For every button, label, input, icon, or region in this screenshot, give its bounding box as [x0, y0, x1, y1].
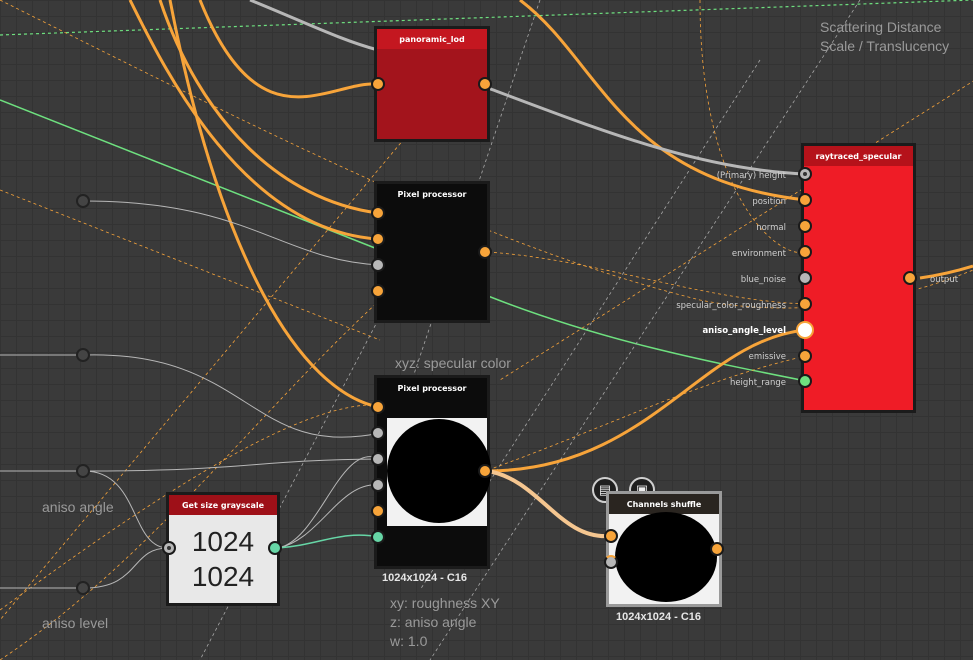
- input-port[interactable]: [798, 349, 812, 363]
- resolution-label: 1024x1024 - C16: [616, 611, 702, 623]
- input-port[interactable]: [162, 541, 176, 555]
- preview-circle: [387, 419, 491, 523]
- input-port[interactable]: [371, 77, 385, 91]
- node-title: Pixel processor: [377, 184, 487, 204]
- input-port[interactable]: [798, 297, 812, 311]
- node-raytraced-specular[interactable]: raytraced_specular: [801, 143, 916, 413]
- input-label: aniso_angle_level: [702, 326, 786, 336]
- comment-xyz: xyz: specular color: [395, 355, 511, 371]
- output-port[interactable]: [710, 542, 724, 556]
- comment-scattering-scale: Scale / Translucency: [820, 38, 950, 54]
- graph-input-dot[interactable]: [76, 194, 90, 208]
- input-label: emissive: [748, 352, 786, 362]
- thumbnail: [387, 418, 491, 526]
- input-label: environment: [731, 249, 786, 259]
- preview-circle: [615, 512, 717, 602]
- input-port-selected[interactable]: [796, 321, 814, 339]
- output-port[interactable]: [478, 77, 492, 91]
- output-port[interactable]: [268, 541, 282, 555]
- node-pixel-processor-2[interactable]: Pixel processor: [374, 375, 491, 569]
- input-port[interactable]: [604, 529, 618, 543]
- input-port[interactable]: [371, 400, 385, 414]
- input-label: position: [752, 197, 786, 207]
- graph-input-dot[interactable]: [76, 464, 90, 478]
- input-port[interactable]: [798, 271, 812, 285]
- input-port[interactable]: [798, 245, 812, 259]
- size-width: 1024: [191, 526, 255, 557]
- input-port[interactable]: [371, 232, 385, 246]
- comment-scattering: Scattering Distance: [820, 19, 942, 35]
- input-port[interactable]: [371, 284, 385, 298]
- size-height: 1024: [191, 561, 255, 592]
- node-title: Get size grayscale: [169, 495, 277, 515]
- output-label: output: [930, 275, 959, 285]
- node-channels-shuffle[interactable]: Channels shuffle: [606, 491, 722, 607]
- input-label: height_range: [729, 378, 786, 388]
- graph-input-dot[interactable]: [76, 581, 90, 595]
- input-port[interactable]: [798, 374, 812, 388]
- comment-aniso-level: aniso level: [42, 615, 109, 631]
- output-port[interactable]: [478, 464, 492, 478]
- comment-z: z: aniso angle: [390, 614, 477, 630]
- input-label: specular_color_roughness: [676, 301, 786, 311]
- input-port[interactable]: [371, 452, 385, 466]
- node-get-size-grayscale[interactable]: Get size grayscale 1024 1024: [166, 492, 280, 606]
- node-title: raytraced_specular: [804, 146, 913, 166]
- input-port[interactable]: [604, 555, 618, 569]
- graph-input-dot[interactable]: [76, 348, 90, 362]
- node-title: Channels shuffle: [609, 494, 719, 514]
- input-label: blue_noise: [740, 275, 786, 285]
- input-port[interactable]: [798, 167, 812, 181]
- input-port[interactable]: [371, 504, 385, 518]
- output-port[interactable]: [903, 271, 917, 285]
- input-port[interactable]: [371, 530, 385, 544]
- input-port[interactable]: [371, 258, 385, 272]
- node-pixel-processor[interactable]: Pixel processor: [374, 181, 490, 323]
- input-port[interactable]: [798, 219, 812, 233]
- input-label: normal: [756, 223, 786, 233]
- comment-aniso-angle: aniso angle: [42, 499, 114, 515]
- node-title: panoramic_lod: [377, 29, 487, 49]
- comment-xy: xy: roughness XY: [390, 595, 500, 611]
- node-title: Pixel processor: [377, 378, 487, 398]
- output-port[interactable]: [478, 245, 492, 259]
- input-port[interactable]: [371, 478, 385, 492]
- comment-w: w: 1.0: [390, 633, 428, 649]
- input-port[interactable]: [371, 426, 385, 440]
- input-port[interactable]: [798, 193, 812, 207]
- node-panoramic-lod[interactable]: panoramic_lod: [374, 26, 490, 142]
- input-label: (Primary) height: [716, 171, 786, 181]
- resolution-label: 1024x1024 - C16: [382, 572, 468, 584]
- input-port[interactable]: [371, 206, 385, 220]
